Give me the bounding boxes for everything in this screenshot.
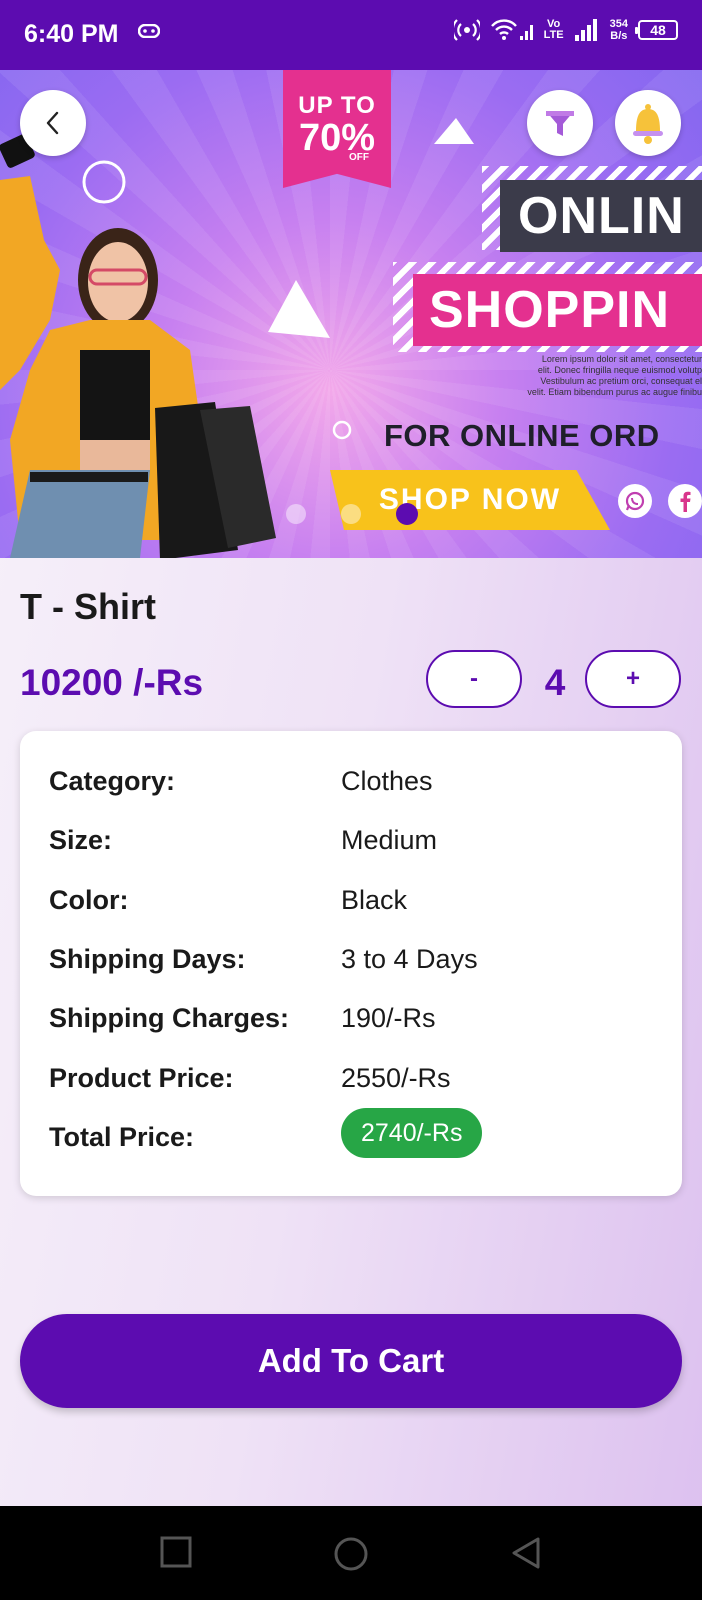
quantity-decrease-button[interactable]: - bbox=[426, 650, 522, 708]
status-time: 6:40 PM bbox=[24, 20, 119, 48]
battery-icon: 48 bbox=[635, 20, 678, 40]
detail-row-total-price: Total Price: 2740/-Rs bbox=[49, 1108, 669, 1162]
detail-value: Medium bbox=[341, 825, 438, 855]
whatsapp-icon[interactable] bbox=[618, 484, 652, 518]
speed-value: 354 bbox=[609, 18, 628, 30]
add-to-cart-button[interactable]: Add To Cart bbox=[20, 1314, 682, 1408]
detail-label: Product Price: bbox=[49, 1063, 234, 1093]
total-price-badge: 2740/-Rs bbox=[341, 1108, 483, 1158]
detail-value: Black bbox=[341, 885, 408, 915]
gamepad-icon bbox=[137, 23, 161, 43]
speed-unit: B/s bbox=[610, 30, 628, 42]
status-icons: Vo LTE 354 B/s 48 bbox=[453, 18, 678, 42]
facebook-icon[interactable] bbox=[668, 484, 702, 518]
home-button[interactable] bbox=[333, 1536, 369, 1577]
lorem-line: Vestibulum ac pretium orci, consequat el bbox=[540, 376, 702, 386]
notification-button[interactable] bbox=[615, 90, 681, 156]
detail-value: 190/-Rs bbox=[341, 1003, 436, 1033]
detail-value: 2550/-Rs bbox=[341, 1063, 451, 1093]
detail-row-product-price: Product Price: 2550/-Rs bbox=[49, 1063, 669, 1103]
detail-row-category: Category: Clothes bbox=[49, 766, 669, 806]
recent-apps-button[interactable] bbox=[160, 1536, 192, 1573]
chevron-left-icon bbox=[46, 111, 59, 135]
ribbon-line1: UP TO bbox=[298, 92, 376, 119]
banner-lorem: Lorem ipsum dolor sit amet, consectetur … bbox=[462, 354, 702, 398]
square-icon bbox=[160, 1536, 192, 1568]
carousel-dot-active[interactable] bbox=[396, 503, 418, 525]
detail-row-shipping-charges: Shipping Charges: 190/-Rs bbox=[49, 1003, 669, 1043]
detail-label: Category: bbox=[49, 766, 176, 796]
volte-bottom: LTE bbox=[543, 29, 564, 41]
product-price: 10200 /-Rs bbox=[20, 662, 204, 703]
detail-label: Size: bbox=[49, 825, 113, 855]
back-button[interactable] bbox=[20, 90, 86, 156]
detail-label: Shipping Days: bbox=[49, 944, 246, 974]
status-bar: 6:40 PM Vo LTE 354 B/s 48 bbox=[0, 0, 702, 70]
product-title: T - Shirt bbox=[20, 586, 156, 627]
detail-label: Total Price: bbox=[49, 1122, 195, 1152]
hotspot-icon bbox=[453, 18, 480, 42]
discount-ribbon: UP TO 70% OFF bbox=[283, 70, 391, 188]
battery-level: 48 bbox=[650, 22, 666, 38]
bell-icon bbox=[633, 104, 663, 144]
detail-value: 3 to 4 Days bbox=[341, 944, 478, 974]
detail-row-shipping-days: Shipping Days: 3 to 4 Days bbox=[49, 944, 669, 984]
network-speed: 354 B/s bbox=[610, 18, 628, 42]
carousel-dot[interactable] bbox=[341, 504, 361, 524]
quantity-increase-button[interactable]: + bbox=[585, 650, 681, 708]
detail-label: Shipping Charges: bbox=[49, 1003, 290, 1033]
wifi-icon bbox=[490, 18, 534, 42]
promo-banner[interactable]: UP TO 70% OFF ONLIN SHOPPIN Lorem ipsum … bbox=[0, 70, 702, 558]
system-back-button[interactable] bbox=[510, 1536, 542, 1575]
triangle-left-icon bbox=[512, 1537, 540, 1569]
quantity-value: 4 bbox=[544, 662, 566, 703]
detail-label: Color: bbox=[49, 885, 129, 915]
lorem-line: elit. Donec fringilla neque euismod volu… bbox=[537, 365, 702, 375]
product-details-card: Category: Clothes Size: Medium Color: Bl… bbox=[20, 731, 682, 1196]
system-navigation-bar bbox=[0, 1506, 702, 1600]
signal-icon bbox=[574, 19, 600, 41]
detail-row-size: Size: Medium bbox=[49, 825, 669, 865]
shop-now-button[interactable]: SHOP NOW bbox=[330, 470, 610, 530]
banner-tagline: FOR ONLINE ORD bbox=[384, 418, 660, 453]
detail-value: Clothes bbox=[341, 766, 433, 796]
ribbon-line2: 70% bbox=[283, 119, 391, 157]
lorem-line: velit. Etiam bibendum purus ac augue fin… bbox=[527, 387, 702, 397]
lorem-line: Lorem ipsum dolor sit amet, consectetur bbox=[541, 354, 702, 364]
headline-online: ONLIN bbox=[500, 180, 702, 252]
volte-indicator: Vo LTE bbox=[544, 19, 564, 41]
detail-row-color: Color: Black bbox=[49, 885, 669, 925]
model-illustration bbox=[0, 134, 276, 558]
carousel-dot[interactable] bbox=[286, 504, 306, 524]
funnel-icon bbox=[546, 111, 574, 136]
circle-icon bbox=[334, 1537, 368, 1571]
headline-shopping: SHOPPIN bbox=[413, 274, 702, 346]
filter-button[interactable] bbox=[527, 90, 593, 156]
